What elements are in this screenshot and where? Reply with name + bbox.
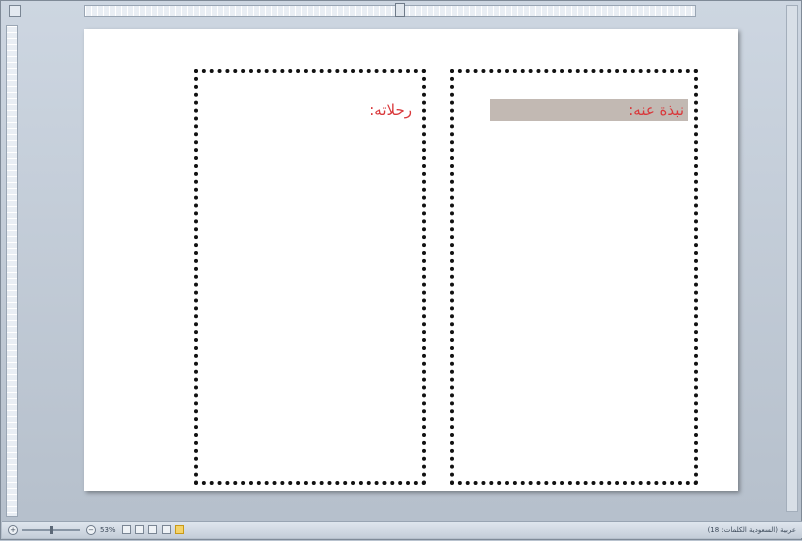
- indent-marker[interactable]: [395, 3, 405, 17]
- full-screen-view-button[interactable]: [161, 525, 171, 534]
- about-text-box[interactable]: نبذة عنه:: [450, 69, 698, 485]
- status-text: (عربية (السعودية الكلمات: 18: [707, 526, 796, 534]
- trips-text-box[interactable]: رحلاته:: [194, 69, 426, 485]
- document-page[interactable]: نبذة عنه: رحلاته:: [84, 29, 738, 491]
- zoom-level[interactable]: 53%: [100, 522, 116, 538]
- vertical-scrollbar[interactable]: [786, 5, 798, 512]
- zoom-slider-thumb[interactable]: [50, 526, 53, 534]
- trips-label: رحلاته:: [369, 101, 412, 119]
- word-window: نبذة عنه: رحلاته: + − 53% (عربية (السعود…: [0, 0, 802, 540]
- horizontal-ruler[interactable]: [84, 3, 696, 17]
- about-label: نبذة عنه:: [490, 99, 688, 121]
- zoom-slider[interactable]: [22, 526, 80, 534]
- view-buttons: [122, 525, 186, 541]
- zoom-in-button[interactable]: +: [8, 525, 18, 535]
- zoom-out-button[interactable]: −: [86, 525, 96, 535]
- web-layout-view-button[interactable]: [148, 525, 158, 534]
- outline-view-button[interactable]: [135, 525, 145, 534]
- print-layout-view-button[interactable]: [174, 525, 184, 534]
- status-bar: + − 53% (عربية (السعودية الكلمات: 18: [2, 521, 802, 538]
- tab-selector[interactable]: [9, 5, 21, 17]
- vertical-ruler[interactable]: [6, 25, 18, 517]
- draft-view-button[interactable]: [122, 525, 131, 534]
